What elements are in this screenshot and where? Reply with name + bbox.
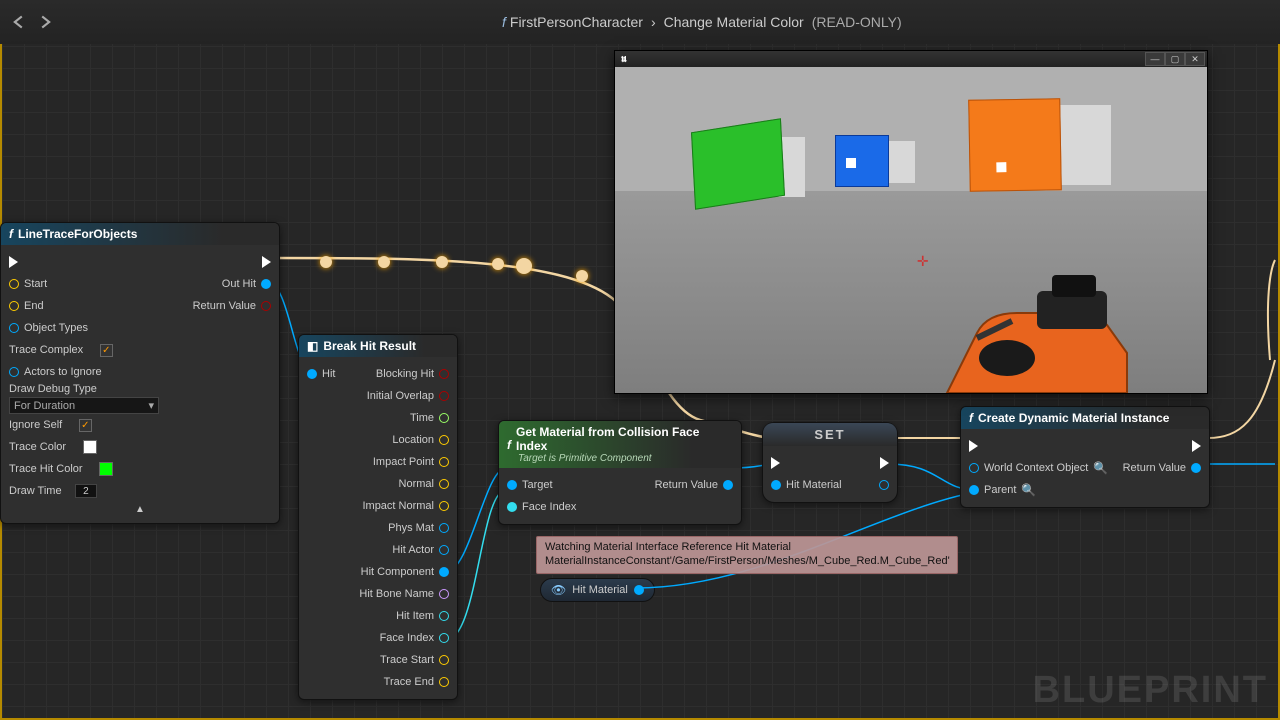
node-title: Create Dynamic Material Instance: [978, 411, 1169, 425]
trace-color-swatch[interactable]: [83, 440, 97, 454]
maximize-button[interactable]: ▢: [1165, 52, 1185, 66]
pin-hitcomponent[interactable]: [439, 567, 449, 577]
exec-in-pin[interactable]: [771, 457, 780, 469]
function-icon: f: [502, 14, 506, 30]
pin-target[interactable]: [507, 480, 517, 490]
pin-worldctx[interactable]: [969, 463, 979, 473]
pin-out[interactable]: [634, 585, 644, 595]
function-icon: f: [969, 411, 973, 425]
trace-hit-color-swatch[interactable]: [99, 462, 113, 476]
node-title: Get Material from Collision Face Index: [516, 425, 733, 453]
node-header: f LineTraceForObjects: [1, 223, 279, 245]
exec-in-pin[interactable]: [9, 256, 18, 268]
draw-time-input[interactable]: [75, 484, 97, 498]
close-button[interactable]: ✕: [1185, 52, 1205, 66]
exec-in-pin[interactable]: [969, 440, 978, 452]
pin-outhit[interactable]: [261, 279, 271, 289]
node-header: f Create Dynamic Material Instance: [961, 407, 1209, 429]
pin-out[interactable]: [439, 369, 449, 379]
chevron-down-icon: ▾: [148, 399, 154, 412]
exec-signal: [436, 256, 448, 268]
blue-cube: [835, 135, 889, 187]
exec-signal: [576, 270, 588, 282]
node-header: f Get Material from Collision Face Index…: [499, 421, 741, 468]
breadcrumb-blueprint[interactable]: FirstPersonCharacter: [510, 14, 643, 30]
pin-out[interactable]: [439, 413, 449, 423]
eye-icon: 👁: [551, 583, 566, 597]
node-getmaterial[interactable]: f Get Material from Collision Face Index…: [498, 420, 742, 525]
breadcrumb-bar: fFirstPersonCharacter › Change Material …: [0, 0, 1280, 44]
exec-signal: [378, 256, 390, 268]
node-title: LineTraceForObjects: [18, 227, 137, 241]
ignore-self-checkbox[interactable]: [79, 419, 92, 432]
pin-return[interactable]: [1191, 463, 1201, 473]
breadcrumb-function[interactable]: Change Material Color: [664, 14, 804, 30]
player-weapon: [917, 263, 1147, 393]
nav-forward-button[interactable]: [36, 13, 54, 31]
game-viewport[interactable]: ✛: [615, 67, 1207, 393]
node-linetrace[interactable]: f LineTraceForObjects StartOut Hit EndRe…: [0, 222, 280, 524]
pin-faceindex[interactable]: [507, 502, 517, 512]
node-var-hitmaterial[interactable]: 👁 Hit Material: [540, 578, 655, 602]
node-createdynamic[interactable]: f Create Dynamic Material Instance World…: [960, 406, 1210, 508]
pin-out[interactable]: [439, 677, 449, 687]
pin-hit[interactable]: [307, 369, 317, 379]
pin-hitmat[interactable]: [771, 480, 781, 490]
pin-out[interactable]: [439, 391, 449, 401]
pin-parent[interactable]: [969, 485, 979, 495]
exec-out-pin[interactable]: [1192, 440, 1201, 452]
pin-return[interactable]: [261, 301, 271, 311]
minimize-button[interactable]: —: [1145, 52, 1165, 66]
exec-signal: [492, 258, 504, 270]
pin-actors-ignore[interactable]: [9, 367, 19, 377]
exec-signal: [516, 258, 532, 274]
pin-end[interactable]: [9, 301, 19, 311]
breadcrumb: fFirstPersonCharacter › Change Material …: [502, 14, 902, 30]
wall-block: [889, 141, 915, 183]
pin-out[interactable]: [439, 589, 449, 599]
pin-out[interactable]: [439, 435, 449, 445]
game-preview-window[interactable]: 𝖚 — ▢ ✕ ✛: [614, 50, 1208, 394]
pin-faceindex[interactable]: [439, 633, 449, 643]
function-icon: f: [9, 227, 13, 241]
node-breakhit[interactable]: ◧ Break Hit Result HitBlocking Hit Initi…: [298, 334, 458, 700]
collapse-arrow-icon[interactable]: ▲: [1, 502, 279, 517]
node-header: ◧ Break Hit Result: [299, 335, 457, 357]
blueprint-watermark: BLUEPRINT: [1033, 669, 1268, 712]
pin-out[interactable]: [439, 501, 449, 511]
pin-out[interactable]: [879, 480, 889, 490]
pin-return[interactable]: [723, 480, 733, 490]
exec-out-pin[interactable]: [880, 457, 889, 469]
node-set[interactable]: SET Hit Material: [762, 422, 898, 503]
function-icon: f: [507, 438, 511, 452]
pin-out[interactable]: [439, 479, 449, 489]
pin-out[interactable]: [439, 523, 449, 533]
pin-out[interactable]: [439, 545, 449, 555]
node-title: Break Hit Result: [323, 339, 416, 353]
node-subtitle: Target is Primitive Component: [518, 453, 733, 464]
orange-cube: [968, 98, 1062, 192]
pin-out[interactable]: [439, 611, 449, 621]
struct-icon: ◧: [307, 339, 318, 353]
unreal-logo-icon: 𝖚: [617, 53, 627, 66]
pin-start[interactable]: [9, 279, 19, 289]
watch-tooltip: Watching Material Interface Reference Hi…: [536, 536, 958, 574]
search-icon[interactable]: 🔍: [1021, 483, 1036, 497]
trace-complex-checkbox[interactable]: [100, 344, 113, 357]
readonly-label: (READ-ONLY): [812, 14, 902, 30]
exec-out-pin[interactable]: [262, 256, 271, 268]
chevron-right-icon: ›: [651, 14, 656, 30]
search-icon[interactable]: 🔍: [1093, 461, 1108, 475]
pin-objtypes[interactable]: [9, 323, 19, 333]
nav-back-button[interactable]: [10, 13, 28, 31]
green-cube: [691, 118, 785, 210]
exec-signal: [320, 256, 332, 268]
node-title: SET: [763, 423, 897, 446]
pin-out[interactable]: [439, 457, 449, 467]
titlebar[interactable]: 𝖚 — ▢ ✕: [615, 51, 1207, 67]
pin-out[interactable]: [439, 655, 449, 665]
draw-debug-dropdown[interactable]: For Duration▾: [9, 397, 159, 414]
